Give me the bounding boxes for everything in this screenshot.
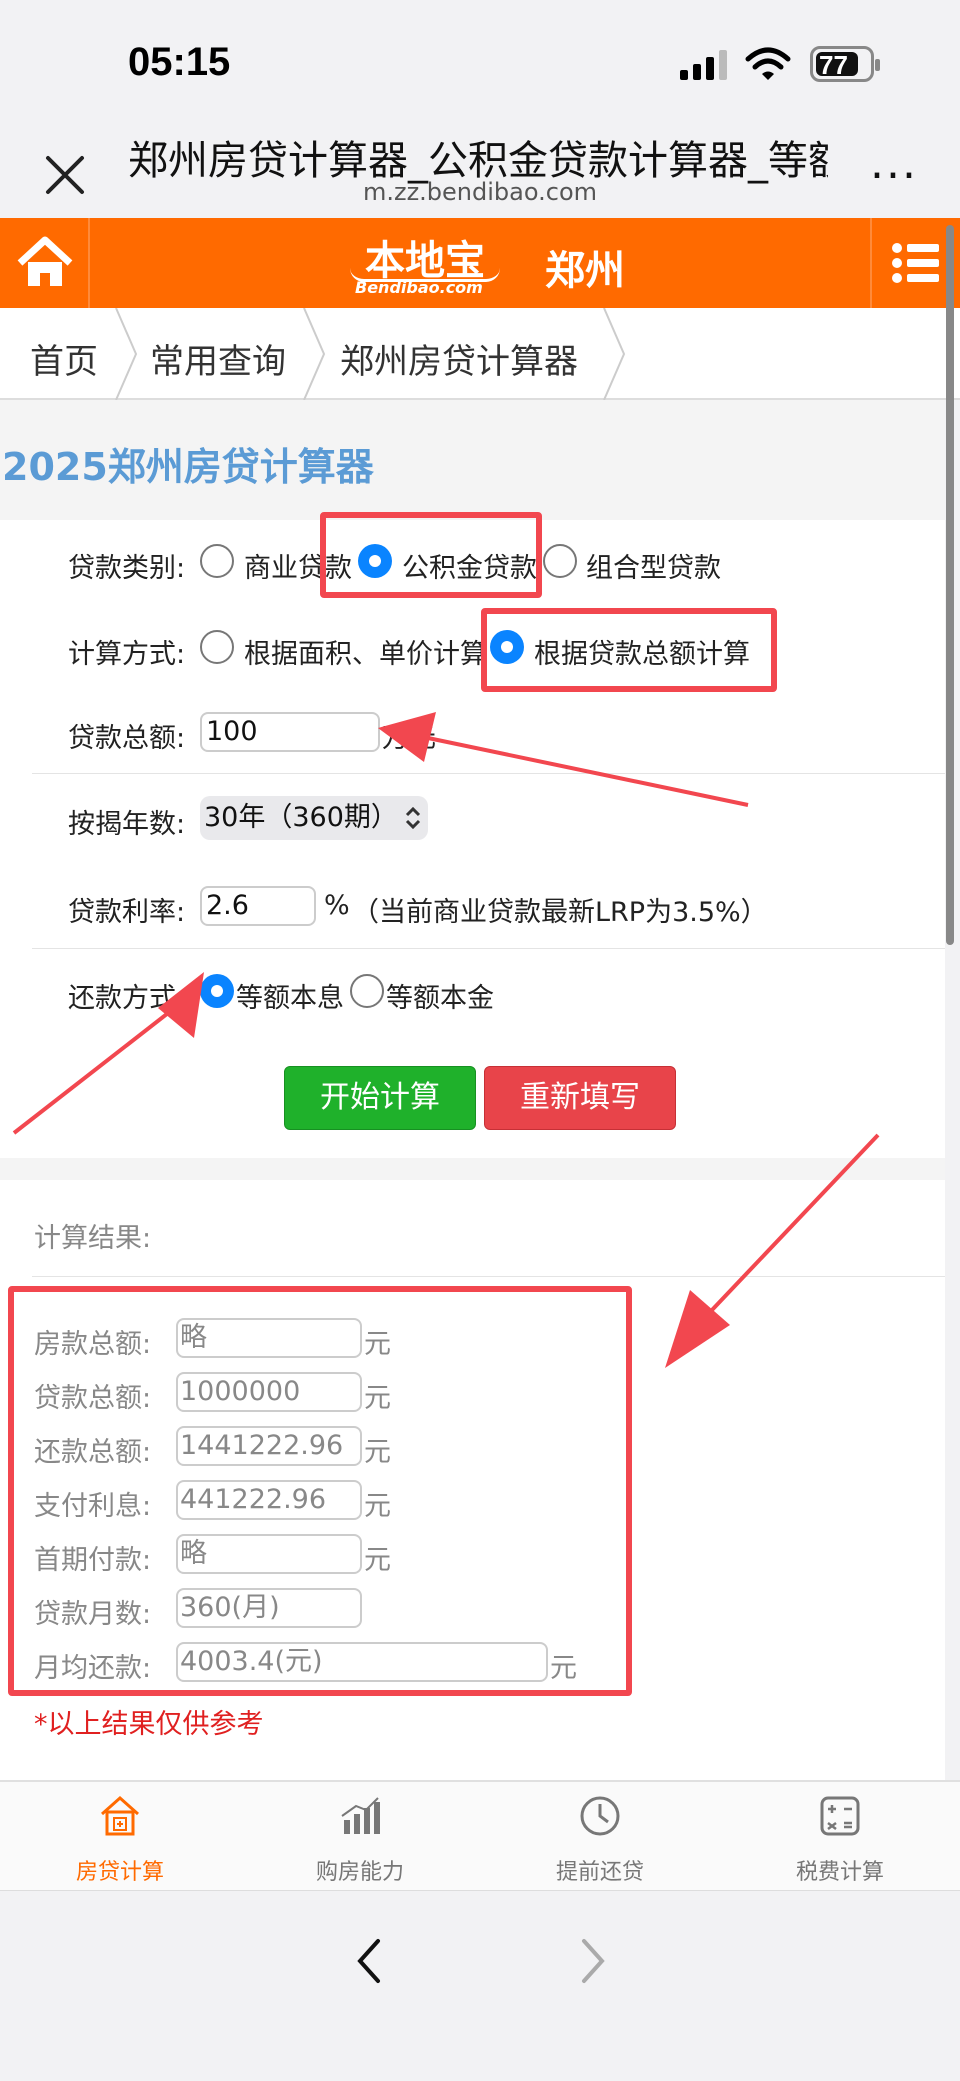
clock-icon (580, 1796, 620, 1836)
browser-url: m.zz.bendibao.com (362, 178, 598, 206)
rate-unit: % (324, 890, 350, 921)
highlight-box-calc-method (481, 608, 777, 692)
cellular-signal-icon (680, 50, 727, 80)
city-name[interactable]: 郑州 (545, 238, 625, 296)
bottom-tab-bar: 房贷计算 购房能力 提前还贷 税费计算 (0, 1780, 960, 1890)
option-equal-principal[interactable]: 等额本金 (386, 976, 494, 1015)
reset-button[interactable]: 重新填写 (484, 1066, 676, 1130)
tab-mortgage-calc[interactable]: 房贷计算 (0, 1782, 240, 1892)
breadcrumb-separator-icon (303, 308, 326, 400)
house-calculator-icon (101, 1795, 139, 1836)
tab-purchase-ability[interactable]: 购房能力 (240, 1782, 480, 1892)
option-by-area-price[interactable]: 根据面积、单价计算 (244, 632, 487, 671)
browser-header: 郑州房贷计算器_公积金贷款计算器_等额本息 m.zz.bendibao.com … (0, 120, 960, 218)
repay-method-label: 还款方式: (68, 983, 186, 1014)
scrollbar[interactable] (946, 225, 954, 945)
calculate-button[interactable]: 开始计算 (284, 1066, 476, 1130)
radio-commercial-loan[interactable] (200, 544, 234, 578)
breadcrumb: 首页 常用查询 郑州房贷计算器 (0, 308, 960, 400)
rate-input[interactable]: 2.6 (200, 886, 316, 926)
calc-method-label: 计算方式: (68, 639, 186, 670)
site-logo[interactable]: 本地宝 Bendibao.com (345, 228, 505, 298)
results-title: 计算结果: (34, 1223, 152, 1254)
loan-amount-input[interactable]: 100 (200, 712, 380, 752)
years-select-value: 30年（360期） (204, 802, 398, 833)
highlight-box-results (8, 1286, 632, 1696)
forward-icon[interactable] (572, 1931, 612, 1991)
status-bar: 05:15 77 (0, 0, 960, 120)
breadcrumb-common-query[interactable]: 常用查询 (150, 334, 286, 383)
battery-icon: 77 (810, 46, 880, 82)
wifi-icon (745, 47, 791, 80)
page-heading: 2025郑州房贷计算器 (2, 445, 374, 489)
status-time: 05:15 (128, 40, 231, 84)
breadcrumb-separator-icon (115, 308, 138, 400)
bar-chart-icon (341, 1797, 380, 1834)
home-button[interactable] (0, 218, 90, 308)
option-combined-loan[interactable]: 组合型贷款 (586, 546, 721, 585)
page-heading-block: 2025郑州房贷计算器 (0, 400, 945, 520)
radio-equal-principal[interactable] (350, 974, 384, 1008)
rate-note: （当前商业贷款最新LRP为3.5%） (352, 897, 768, 928)
highlight-box-loan-type (320, 512, 542, 598)
more-menu-button[interactable]: ... (870, 138, 918, 189)
breadcrumb-separator-icon (603, 308, 626, 400)
site-header: 本地宝 Bendibao.com 郑州 (0, 218, 960, 308)
loan-amount-unit: 万元 (382, 723, 436, 754)
tab-prepayment[interactable]: 提前还贷 (480, 1782, 720, 1892)
radio-by-area-price[interactable] (200, 630, 234, 664)
tab-tax-calc[interactable]: 税费计算 (720, 1782, 960, 1892)
browser-nav-bar (0, 1890, 960, 2081)
results-disclaimer: *以上结果仅供参考 (34, 1709, 264, 1740)
back-icon[interactable] (350, 1931, 390, 1991)
loan-type-label: 贷款类别: (68, 553, 186, 584)
radio-equal-installment[interactable] (200, 974, 234, 1008)
rate-label: 贷款利率: (68, 897, 186, 928)
loan-amount-label: 贷款总额: (68, 723, 186, 754)
breadcrumb-home[interactable]: 首页 (30, 334, 98, 383)
option-equal-installment[interactable]: 等额本息 (236, 976, 344, 1015)
years-select[interactable]: 30年（360期） (200, 796, 428, 840)
breadcrumb-current[interactable]: 郑州房贷计算器 (340, 334, 578, 383)
chevron-updown-icon (405, 806, 421, 830)
battery-level: 77 (819, 50, 848, 80)
years-label: 按揭年数: (68, 809, 186, 840)
radio-combined-loan[interactable] (543, 544, 577, 578)
home-icon (17, 236, 73, 286)
calculator-icon (820, 1796, 860, 1836)
